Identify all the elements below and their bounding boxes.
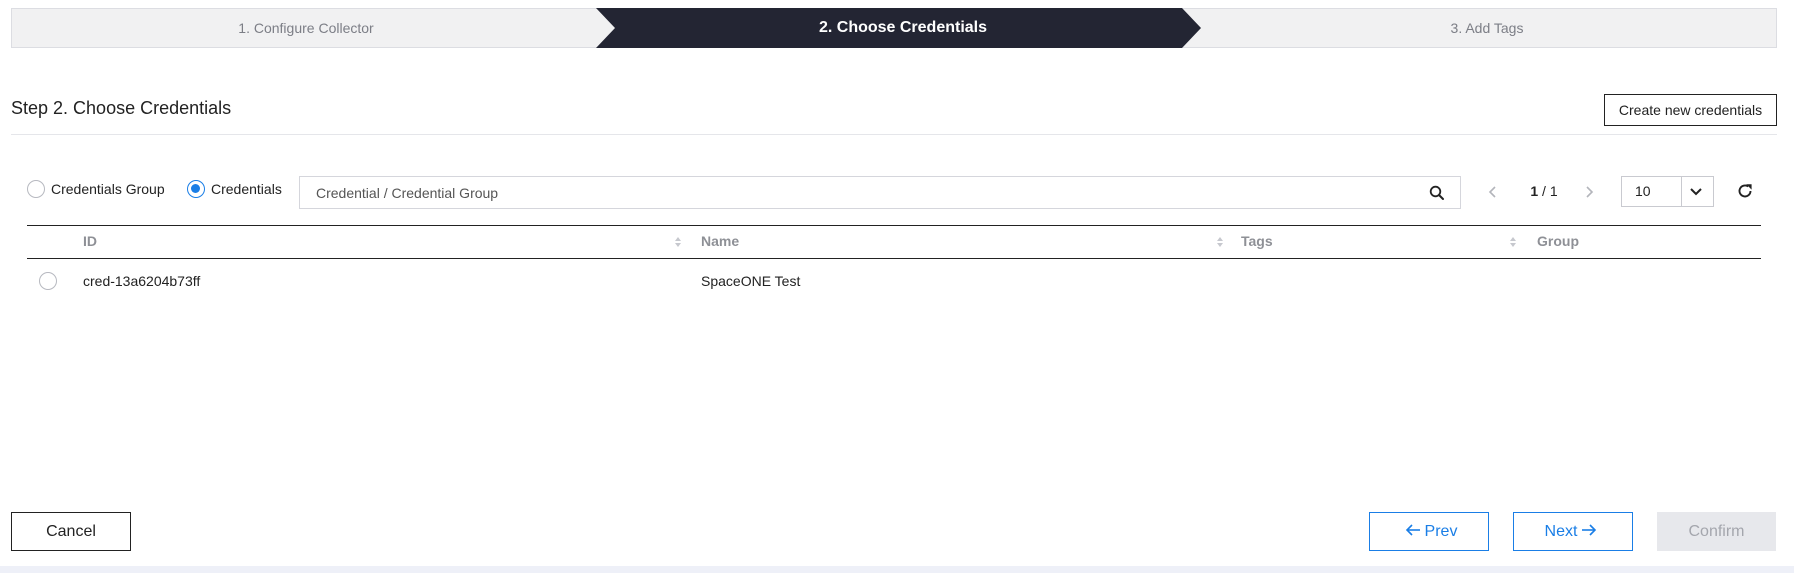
table-header: ID Name Tags Group xyxy=(27,225,1761,259)
radio-checked-icon[interactable] xyxy=(187,180,205,198)
arrow-right-icon xyxy=(1581,523,1597,541)
wizard-steps: 1. Configure Collector 2. Choose Credent… xyxy=(11,8,1777,48)
create-credentials-button[interactable]: Create new credentials xyxy=(1604,94,1777,126)
current-page: 1 xyxy=(1530,183,1539,199)
prev-page-chevron-icon[interactable] xyxy=(1482,181,1504,203)
radio-credentials[interactable]: Credentials xyxy=(187,180,282,198)
refresh-icon[interactable] xyxy=(1734,180,1756,202)
page-size-value: 10 xyxy=(1635,183,1651,199)
search-input[interactable] xyxy=(300,177,1410,208)
next-button-label: Next xyxy=(1544,522,1578,540)
cell-name: SpaceONE Test xyxy=(701,273,801,289)
credentials-table: ID Name Tags Group cred-13a6204b73ff Spa… xyxy=(27,225,1761,303)
search-icon[interactable] xyxy=(1428,184,1446,202)
radio-unchecked-icon[interactable] xyxy=(27,180,45,198)
column-header-group[interactable]: Group xyxy=(1537,226,1579,257)
bottom-strip xyxy=(0,566,1794,573)
next-button[interactable]: Next xyxy=(1513,512,1633,551)
chevron-down-icon[interactable] xyxy=(1688,184,1704,200)
page-size-separator xyxy=(1681,177,1682,206)
confirm-button: Confirm xyxy=(1657,512,1776,551)
radio-credentials-group-label: Credentials Group xyxy=(51,181,165,197)
sort-icon[interactable] xyxy=(673,234,683,250)
step-choose-credentials[interactable]: 2. Choose Credentials xyxy=(615,8,1191,48)
page-indicator: 1 / 1 xyxy=(1530,183,1558,199)
radio-credentials-group[interactable]: Credentials Group xyxy=(27,180,165,198)
step-configure-collector[interactable]: 1. Configure Collector xyxy=(11,8,601,48)
page-title: Step 2. Choose Credentials xyxy=(11,98,232,118)
cell-id: cred-13a6204b73ff xyxy=(83,273,201,289)
sort-icon[interactable] xyxy=(1508,234,1518,250)
arrow-left-icon xyxy=(1405,523,1421,541)
prev-button-label: Prev xyxy=(1424,522,1458,540)
column-header-tags[interactable]: Tags xyxy=(1241,226,1273,257)
column-header-name[interactable]: Name xyxy=(701,226,739,257)
step-add-tags[interactable]: 3. Add Tags xyxy=(1197,8,1777,48)
row-select-radio[interactable] xyxy=(39,272,57,290)
total-pages: 1 xyxy=(1549,183,1558,199)
next-page-chevron-icon[interactable] xyxy=(1578,181,1600,203)
prev-button[interactable]: Prev xyxy=(1369,512,1489,551)
header-divider xyxy=(11,134,1777,135)
page-size-select[interactable]: 10 xyxy=(1621,176,1714,207)
radio-credentials-label: Credentials xyxy=(211,181,282,197)
sort-icon[interactable] xyxy=(1215,234,1225,250)
cancel-button[interactable]: Cancel xyxy=(11,512,131,551)
column-header-id[interactable]: ID xyxy=(83,226,97,257)
search-box[interactable] xyxy=(299,176,1461,209)
table-row[interactable]: cred-13a6204b73ff SpaceONE Test xyxy=(27,259,1761,303)
